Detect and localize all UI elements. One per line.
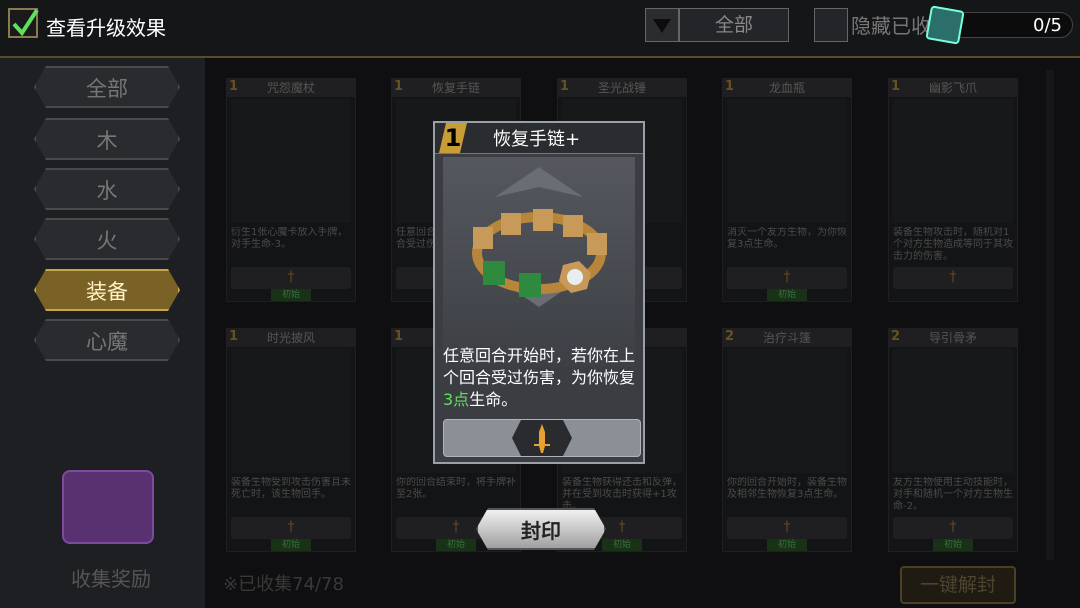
sidebar-item-all[interactable]: 全部 [34,66,180,108]
card-detail-popup: 1 恢复手链+ 任意回合开始时，若你在上个回合受过伤害，为你恢复 3点生命。 [433,121,645,464]
sidebar-item-fire[interactable]: 火 [34,218,180,260]
popup-header: 1 恢复手链+ [435,123,643,154]
hide-collected-label: 隐藏已收 [851,14,931,38]
filter-value[interactable]: 全部 [679,8,789,42]
popup-type-bar [443,419,641,457]
popup-desc-text-end: 生命。 [469,390,518,409]
collect-reward-button[interactable]: 收集奖励 [36,563,186,595]
sidebar-item-equipment[interactable]: 装备 [34,269,180,311]
sidebar-item-heart-demon[interactable]: 心魔 [34,319,180,361]
dagger-icon [534,424,550,453]
popup-cost: 1 [439,123,467,153]
chevron-down-icon [653,19,671,33]
show-upgrade-label: 查看升级效果 [46,16,166,40]
bracelet-icon [472,167,607,307]
popup-title: 恢复手链+ [493,129,581,150]
top-bar: 查看升级效果 全部 隐藏已收 0/5 [0,0,1080,58]
bracelet-art [443,157,635,367]
popup-desc-highlight: 3点 [443,390,470,409]
sidebar-item-water[interactable]: 水 [34,168,180,210]
seal-button[interactable]: 封印 [476,508,606,550]
filter-dropdown-toggle[interactable] [645,8,679,42]
sidebar-item-wood[interactable]: 木 [34,118,180,160]
fragment-gem-icon [925,5,965,45]
popup-description: 任意回合开始时，若你在上个回合受过伤害，为你恢复 3点生命。 [443,345,639,411]
fragment-counter: 0/5 [945,12,1073,38]
checkmark-icon [12,8,39,37]
hide-collected-checkbox[interactable] [814,8,848,42]
equipment-badge [512,420,572,456]
show-upgrade-checkbox[interactable] [8,8,39,38]
popup-desc-text: 任意回合开始时，若你在上个回合受过伤害，为你恢复 [443,346,636,387]
treasure-chest-icon[interactable] [62,470,154,544]
